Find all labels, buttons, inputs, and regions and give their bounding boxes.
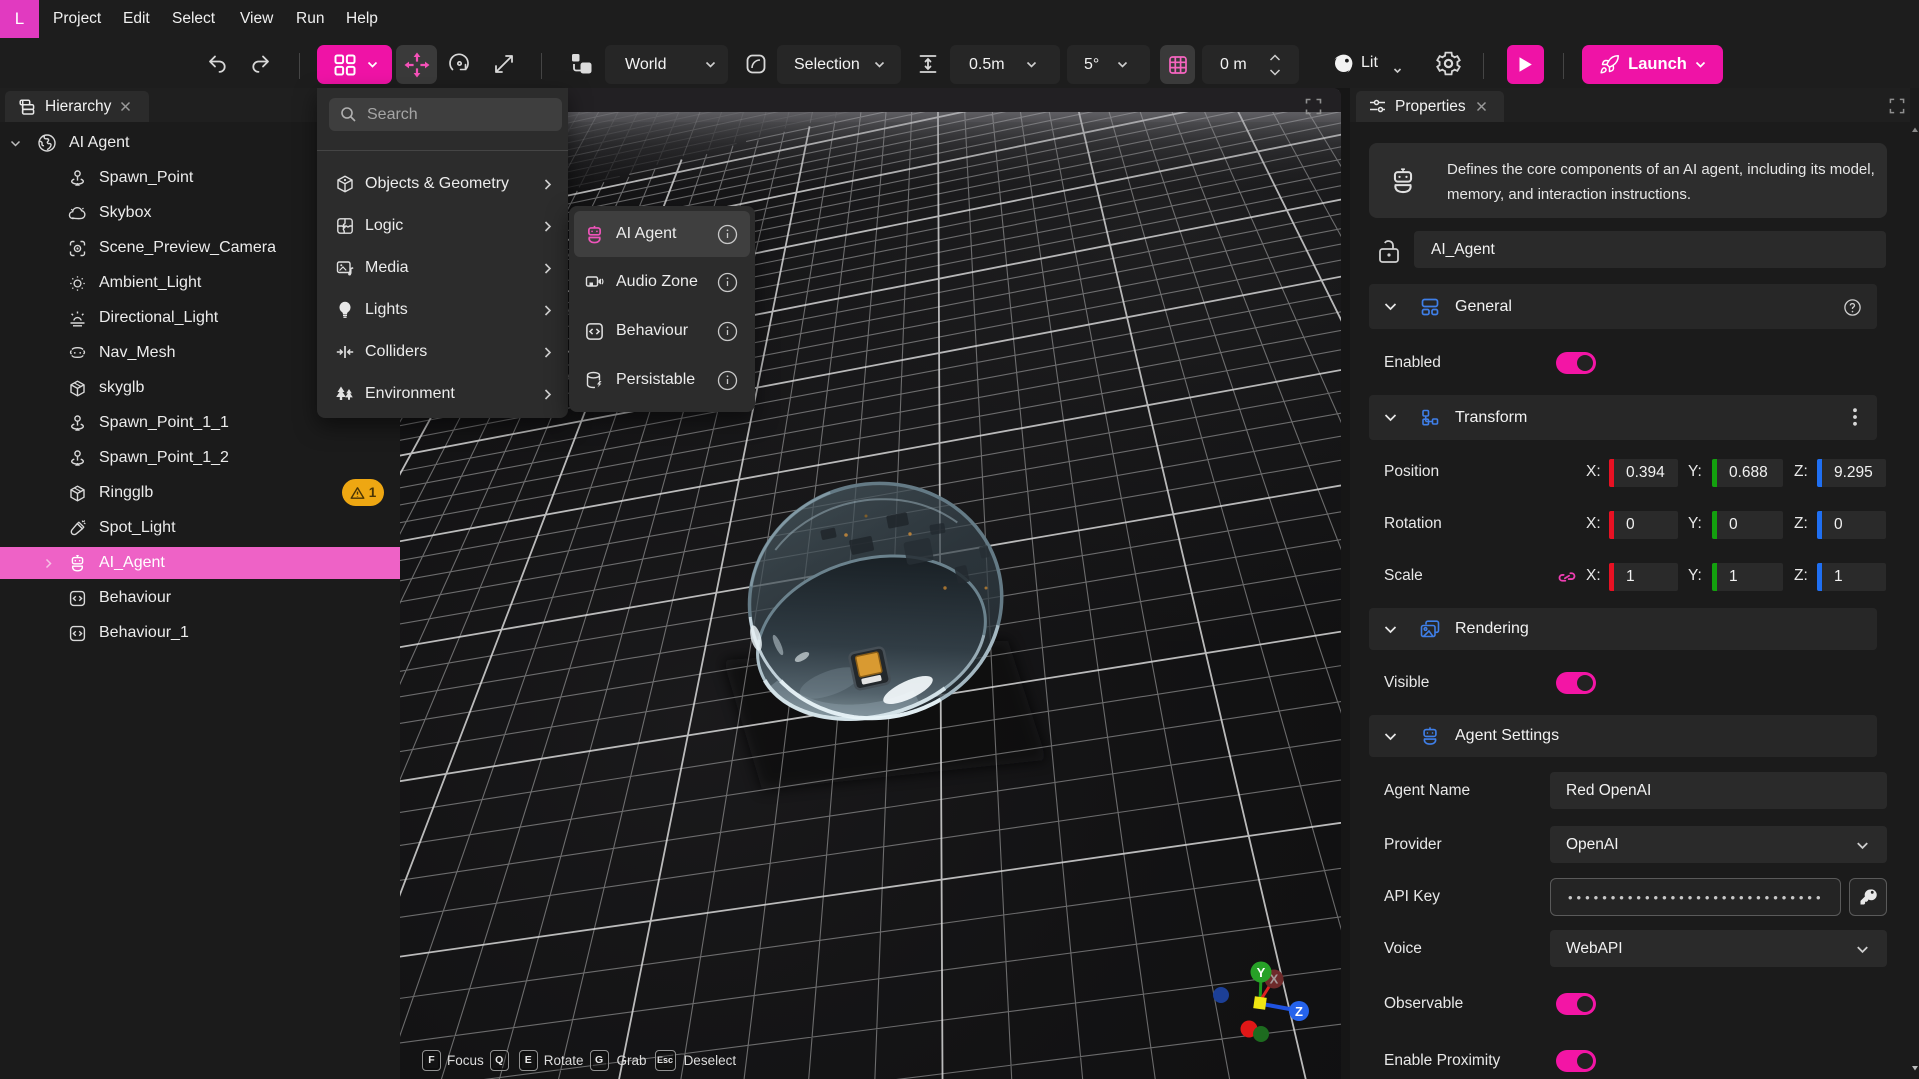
svg-text:Y: Y	[1257, 965, 1266, 980]
svg-text:Z: Z	[1295, 1004, 1303, 1019]
